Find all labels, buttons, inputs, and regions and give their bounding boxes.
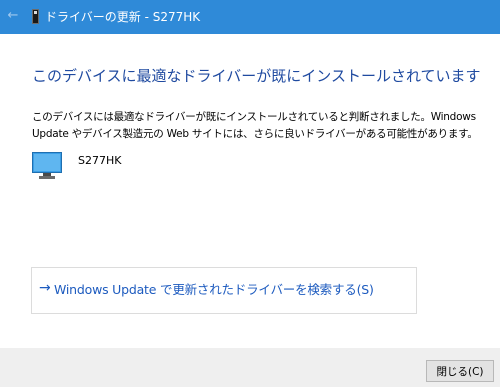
close-button[interactable]: 閉じる(C) xyxy=(426,360,494,382)
back-arrow-icon[interactable]: ← xyxy=(5,8,21,24)
page-heading: このデバイスに最適なドライバーが既にインストールされています xyxy=(32,67,481,85)
description-text: このデバイスには最適なドライバーが既にインストールされていると判断されました。W… xyxy=(32,111,478,140)
device-icon xyxy=(32,9,39,24)
footer-bar: 閉じる(C) xyxy=(0,348,500,387)
window-title: ドライバーの更新 - S277HK xyxy=(45,10,201,24)
monitor-icon xyxy=(32,152,62,179)
arrow-right-icon: → xyxy=(39,280,51,296)
device-row: S277HK xyxy=(32,152,232,182)
search-updated-driver-option[interactable]: → Windows Update で更新されたドライバーを検索する(S) xyxy=(31,267,417,314)
title-bar: ← ドライバーの更新 - S277HK xyxy=(0,0,500,34)
search-updated-driver-label[interactable]: Windows Update で更新されたドライバーを検索する(S) xyxy=(54,280,374,300)
device-name: S277HK xyxy=(78,154,122,167)
